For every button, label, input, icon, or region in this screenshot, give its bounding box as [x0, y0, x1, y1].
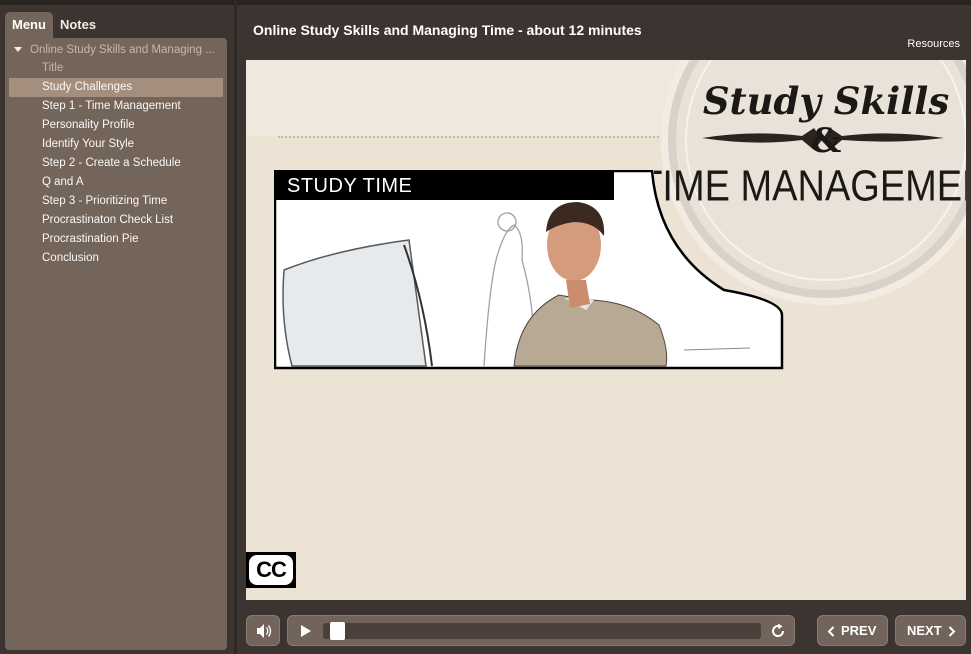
- volume-icon: [257, 624, 272, 638]
- prev-label: PREV: [841, 623, 877, 638]
- menu-item-q-and-a[interactable]: Q and A: [5, 173, 227, 192]
- cc-icon: CC: [249, 555, 293, 585]
- menu-root-label: Online Study Skills and Managing ...: [30, 43, 215, 56]
- prev-button[interactable]: PREV: [817, 615, 888, 646]
- study-time-illustration: [274, 170, 784, 370]
- menu-item-study-challenges[interactable]: Study Challenges: [9, 78, 223, 97]
- seek-thumb[interactable]: [330, 622, 346, 640]
- menu-root-item[interactable]: Online Study Skills and Managing ...: [5, 40, 227, 59]
- menu-item-step1[interactable]: Step 1 - Time Management: [5, 97, 227, 116]
- seek-track[interactable]: [323, 623, 761, 639]
- volume-button[interactable]: [246, 615, 280, 646]
- seek-panel: [287, 615, 795, 646]
- sidebar-tabs: Menu Notes: [5, 12, 103, 38]
- dotted-divider: [278, 136, 678, 138]
- course-title: Online Study Skills and Managing Time - …: [253, 22, 642, 38]
- resources-link[interactable]: Resources: [907, 38, 960, 50]
- logo-ampersand: &: [811, 121, 842, 161]
- chevron-left-icon: [827, 626, 835, 637]
- replay-icon[interactable]: [769, 622, 787, 640]
- sidebar-divider: [234, 0, 237, 654]
- menu-item-conclusion[interactable]: Conclusion: [5, 249, 227, 268]
- logo-line1: Study Skills: [703, 79, 949, 123]
- study-time-label: STUDY TIME: [276, 172, 614, 200]
- menu-item-step3[interactable]: Step 3 - Prioritizing Time: [5, 192, 227, 211]
- menu-item-step2[interactable]: Step 2 - Create a Schedule: [5, 154, 227, 173]
- next-label: NEXT: [907, 623, 942, 638]
- menu-item-identify-style[interactable]: Identify Your Style: [5, 135, 227, 154]
- play-icon[interactable]: [298, 623, 314, 639]
- menu-item-title[interactable]: Title: [5, 59, 227, 78]
- sidebar: Menu Notes Online Study Skills and Manag…: [5, 12, 227, 650]
- menu-item-pie[interactable]: Procrastination Pie: [5, 230, 227, 249]
- tab-menu[interactable]: Menu: [5, 12, 53, 38]
- chevron-right-icon: [948, 626, 956, 637]
- tab-notes[interactable]: Notes: [53, 12, 103, 38]
- window-top-bar: [0, 0, 971, 5]
- menu-panel: Online Study Skills and Managing ... Tit…: [5, 38, 227, 650]
- slide-stage: Study Skills & TIME MANAGEMENT STUDY TIM…: [246, 60, 966, 600]
- menu-item-personality-profile[interactable]: Personality Profile: [5, 116, 227, 135]
- caret-down-icon[interactable]: [14, 47, 22, 52]
- next-button[interactable]: NEXT: [895, 615, 966, 646]
- closed-captions-button[interactable]: CC: [246, 552, 296, 588]
- menu-item-checklist[interactable]: Procrastinaton Check List: [5, 211, 227, 230]
